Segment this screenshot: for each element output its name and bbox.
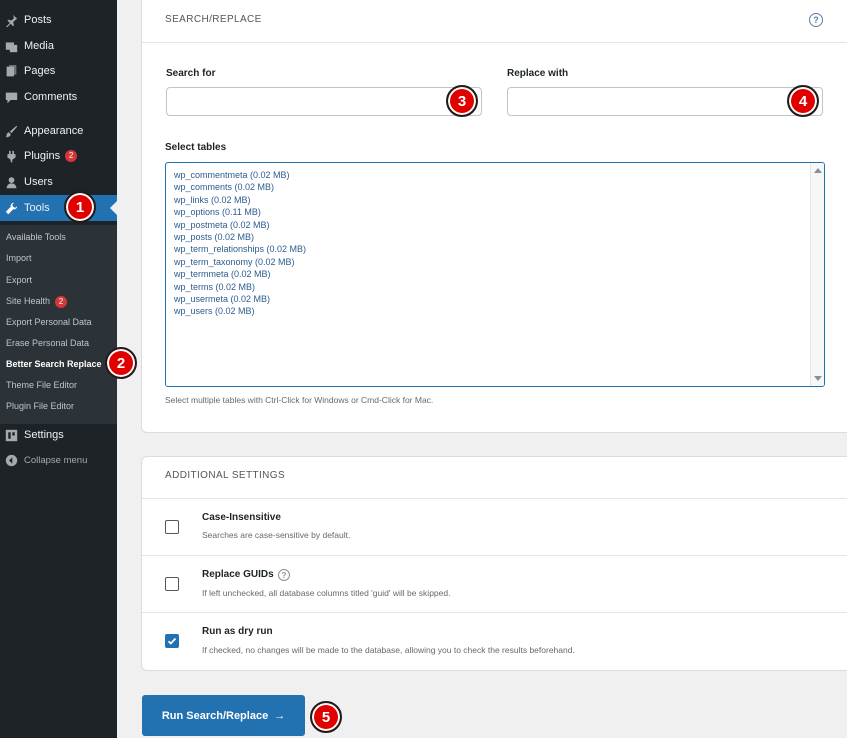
pages-icon [4,64,18,78]
search-for-input[interactable] [166,87,482,116]
dry-run-checkbox[interactable] [165,634,179,648]
setting-title: Replace GUIDs [202,569,274,580]
step-marker-3: 3 [446,85,478,117]
sidebar-item-media[interactable]: Media [0,33,117,59]
table-option[interactable]: wp_term_taxonomy (0.02 MB) [174,256,306,268]
sidebar-item-label: Users [24,176,53,188]
step-marker-5: 5 [310,701,342,733]
panel-divider [142,42,847,43]
replace-guids-checkbox[interactable] [165,577,179,591]
setting-title: Run as dry run [202,626,273,637]
submenu-item-import[interactable]: Import [6,251,32,265]
select-tables-label: Select tables [165,142,227,153]
setting-desc: If checked, no changes will be made to t… [202,645,575,655]
help-icon[interactable]: ? [278,569,290,581]
wrench-icon [4,201,18,215]
setting-divider [142,555,847,556]
table-option[interactable]: wp_usermeta (0.02 MB) [174,293,306,305]
additional-settings-heading: ADDITIONAL SETTINGS [165,470,286,481]
pin-icon [4,13,18,27]
sidebar-item-label: Plugins [24,150,61,162]
submenu-item-available-tools[interactable]: Available Tools [6,230,66,244]
submenu-item-export[interactable]: Export [6,273,32,287]
sidebar-item-settings[interactable]: Settings [0,422,117,448]
user-icon [4,175,18,189]
setting-desc: If left unchecked, all database columns … [202,588,451,598]
sidebar-item-pages[interactable]: Pages [0,58,117,84]
submenu-item-site-health[interactable]: Site Health 2 [6,294,68,308]
table-option[interactable]: wp_terms (0.02 MB) [174,281,306,293]
submenu-item-plugin-file-editor[interactable]: Plugin File Editor [6,399,74,413]
tables-select[interactable]: wp_commentmeta (0.02 MB) wp_comments (0.… [165,162,825,387]
setting-title: Case-Insensitive [202,512,281,523]
setting-desc: Searches are case-sensitive by default. [202,530,351,540]
sidebar-item-label: Media [24,40,54,52]
table-option[interactable]: wp_comments (0.02 MB) [174,181,306,193]
scroll-down-icon[interactable] [814,376,822,381]
brush-icon [4,124,18,138]
sidebar-item-label: Tools [24,202,50,214]
active-indicator [110,201,117,215]
scroll-up-icon[interactable] [814,168,822,173]
sidebar-item-plugins[interactable]: Plugins 2 [0,143,117,169]
settings-icon [4,428,18,442]
plugins-update-badge: 2 [65,150,78,162]
replace-with-label: Replace with [507,68,569,79]
sidebar-item-comments[interactable]: Comments [0,84,117,110]
step-marker-2: 2 [105,347,137,379]
submenu-item-theme-file-editor[interactable]: Theme File Editor [6,378,77,392]
table-option[interactable]: wp_termmeta (0.02 MB) [174,268,306,280]
comments-icon [4,90,18,104]
run-button-label: Run Search/Replace [161,709,269,722]
case-insensitive-checkbox[interactable] [165,520,179,534]
sidebar-item-appearance[interactable]: Appearance [0,118,117,144]
search-replace-heading: SEARCH/REPLACE [165,14,262,25]
sidebar-item-posts[interactable]: Posts [0,7,117,33]
setting-divider [142,612,847,613]
sidebar-item-label: Pages [24,65,56,77]
collapse-menu-button[interactable]: Collapse menu [0,447,117,473]
table-option[interactable]: wp_options (0.11 MB) [174,206,306,218]
table-option[interactable]: wp_users (0.02 MB) [174,305,306,317]
panel-divider [142,498,847,499]
collapse-label: Collapse menu [24,454,88,466]
submenu-item-erase-personal-data[interactable]: Erase Personal Data [6,336,89,350]
submenu-item-better-search-replace[interactable]: Better Search Replace [6,357,102,371]
help-icon[interactable]: ? [809,13,823,27]
tools-submenu: Available Tools Import Export Site Healt… [0,225,117,424]
tables-list: wp_commentmeta (0.02 MB) wp_comments (0.… [174,169,306,318]
sidebar-item-label: Posts [24,14,52,26]
collapse-icon [4,453,18,467]
sidebar-item-users[interactable]: Users [0,169,117,195]
search-for-label: Search for [166,68,216,79]
sidebar-item-label: Comments [24,91,78,103]
plugin-icon [4,149,18,163]
site-health-badge: 2 [55,296,68,308]
step-marker-4: 4 [787,85,819,117]
replace-with-input[interactable] [507,87,823,116]
table-option[interactable]: wp_postmeta (0.02 MB) [174,219,306,231]
table-option[interactable]: wp_links (0.02 MB) [174,194,306,206]
table-option[interactable]: wp_term_relationships (0.02 MB) [174,243,306,255]
sidebar-item-tools[interactable]: Tools [0,195,117,221]
additional-settings-panel [141,456,847,671]
admin-sidebar: Posts Media Pages Comments Appearance Pl… [0,0,117,738]
checkmark-icon [167,637,177,645]
step-marker-1: 1 [64,191,96,223]
tables-scrollbar[interactable] [810,163,824,386]
arrow-right-icon: → [274,709,286,722]
sidebar-item-label: Settings [24,429,64,441]
table-option[interactable]: wp_commentmeta (0.02 MB) [174,169,306,181]
submenu-item-label: Site Health [6,296,51,306]
media-icon [4,39,18,53]
tables-hint: Select multiple tables with Ctrl-Click f… [165,395,434,405]
table-option[interactable]: wp_posts (0.02 MB) [174,231,306,243]
sidebar-item-label: Appearance [24,125,84,137]
run-search-replace-button[interactable]: Run Search/Replace → [142,695,305,736]
submenu-item-export-personal-data[interactable]: Export Personal Data [6,315,92,329]
